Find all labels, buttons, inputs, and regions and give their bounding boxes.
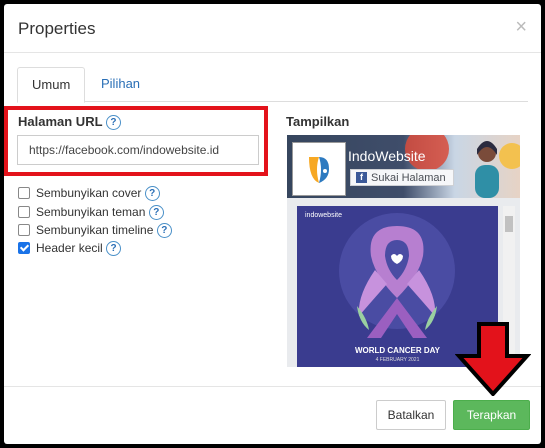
checkbox-checked[interactable] xyxy=(18,241,30,254)
facebook-icon: f xyxy=(356,171,367,183)
page-logo xyxy=(293,143,345,195)
cover-illustration xyxy=(475,141,499,198)
checkbox[interactable] xyxy=(18,223,30,236)
dialog-header: Properties × xyxy=(4,4,541,53)
url-input[interactable]: https://facebook.com/indowebsite.id xyxy=(17,135,259,165)
like-label: Sukai Halaman xyxy=(371,172,446,184)
page-name[interactable]: IndoWebsite xyxy=(348,148,426,164)
option-small-header[interactable]: Header kecil ? xyxy=(18,240,122,257)
checkbox[interactable] xyxy=(18,205,30,218)
option-hide-cover[interactable]: Sembunyikan cover ? xyxy=(18,185,160,202)
url-label: Halaman URL ? xyxy=(18,114,121,131)
close-icon[interactable]: × xyxy=(515,17,527,37)
tab-bar: Umum Pilihan xyxy=(17,67,528,103)
tab-umum[interactable]: Umum xyxy=(17,67,86,103)
option-label: Sembunyikan teman xyxy=(36,205,146,219)
dialog-title: Properties xyxy=(18,19,96,38)
option-label: Sembunyikan cover xyxy=(36,186,142,200)
indowebsite-logo-icon xyxy=(309,157,329,183)
help-icon[interactable]: ? xyxy=(156,223,172,239)
url-label-text: Halaman URL xyxy=(18,114,103,129)
option-label: Header kecil xyxy=(36,241,103,255)
preview-label: Tampilkan xyxy=(286,114,350,129)
scrollbar-thumb[interactable] xyxy=(505,216,513,232)
tab-pilihan[interactable]: Pilihan xyxy=(87,67,154,100)
option-hide-friends[interactable]: Sembunyikan teman ? xyxy=(18,204,164,221)
help-icon[interactable]: ? xyxy=(106,241,122,257)
arrow-down-icon xyxy=(455,322,531,396)
help-icon[interactable]: ? xyxy=(105,115,121,131)
option-label: Sembunyikan timeline xyxy=(36,223,154,237)
like-page-button[interactable]: f Sukai Halaman xyxy=(350,169,454,186)
help-icon[interactable]: ? xyxy=(144,186,160,202)
help-icon[interactable]: ? xyxy=(148,205,164,221)
apply-button[interactable]: Terapkan xyxy=(453,400,530,430)
cancel-button[interactable]: Batalkan xyxy=(376,400,446,430)
checkbox[interactable] xyxy=(18,186,30,199)
option-hide-timeline[interactable]: Sembunyikan timeline ? xyxy=(18,222,172,239)
